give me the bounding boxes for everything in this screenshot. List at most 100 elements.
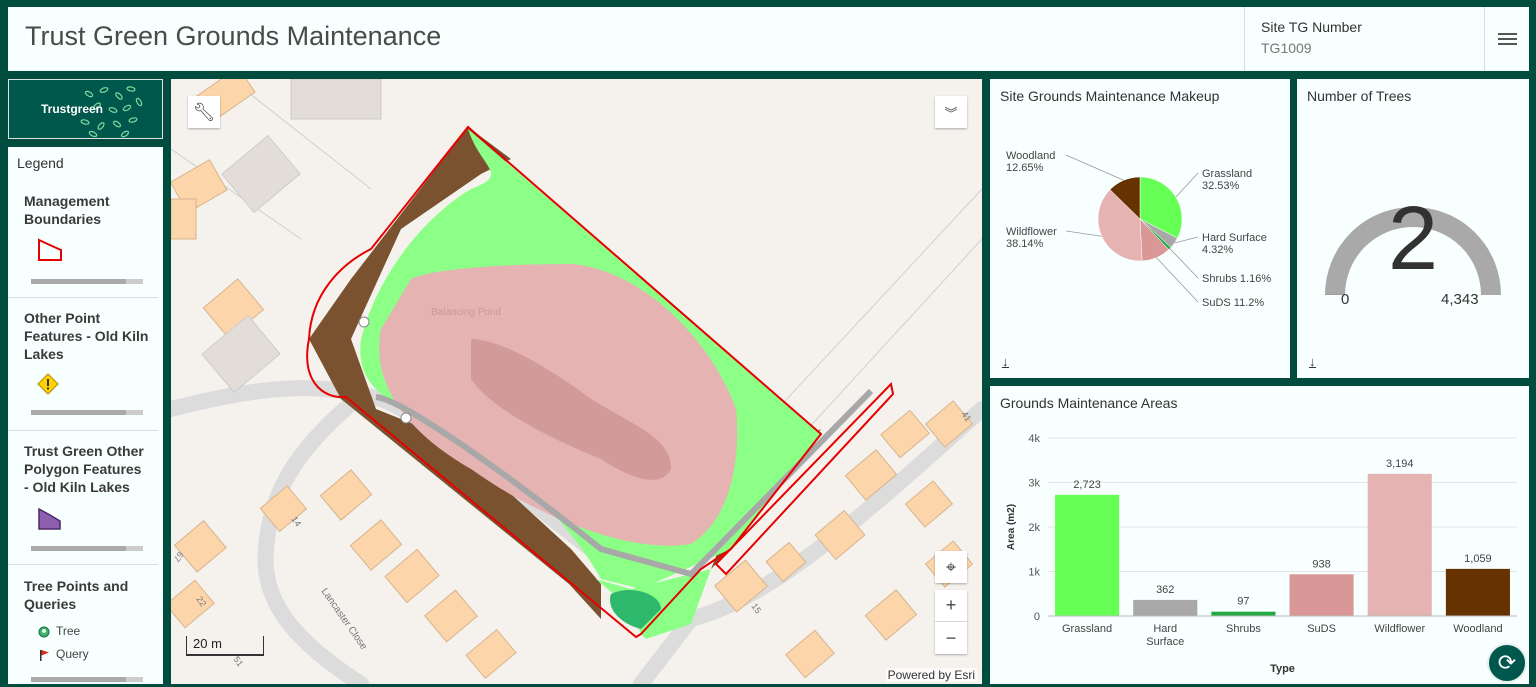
- crosshair-icon: ⌖: [945, 556, 957, 577]
- bar-value-label: 3,194: [1386, 458, 1414, 470]
- pie-leader-line: [1156, 257, 1199, 303]
- chevron-double-down-icon: ︾: [944, 105, 958, 121]
- locate-button[interactable]: ⌖: [935, 551, 967, 583]
- site-number-value: TG1009: [1261, 40, 1312, 56]
- pie-leader-line: [1174, 236, 1199, 244]
- legend-opacity-slider[interactable]: [31, 279, 143, 284]
- page-title: Trust Green Grounds Maintenance: [25, 21, 442, 51]
- bar-grassland[interactable]: [1055, 494, 1120, 616]
- x-tick-label: Wildflower: [1374, 623, 1425, 635]
- gauge-min-label: 0: [1341, 291, 1350, 308]
- download-icon[interactable]: ↓: [1309, 355, 1316, 368]
- pie-leader-line: [1065, 230, 1102, 237]
- pie-slice-label: Wildflower: [1006, 226, 1057, 238]
- bar-value-label: 938: [1312, 558, 1330, 570]
- map-view[interactable]: Balancing Pond Lancaster Close 14 15 67 …: [171, 79, 982, 684]
- bar-wildflower[interactable]: [1367, 473, 1432, 616]
- house-number-label: 51: [231, 654, 245, 668]
- refresh-button[interactable]: ⟳: [1487, 643, 1527, 683]
- bar-woodland[interactable]: [1445, 568, 1510, 616]
- purple-polygon-icon: [38, 507, 61, 530]
- download-icon[interactable]: ↓: [1002, 355, 1009, 368]
- warning-diamond-icon: [37, 373, 59, 395]
- bar-value-label: 1,059: [1464, 553, 1492, 565]
- legend-heading: Legend: [17, 155, 64, 171]
- bar-chart-title: Grounds Maintenance Areas: [1000, 395, 1178, 411]
- pond-label: Balancing Pond: [431, 307, 501, 318]
- bar-value-label: 97: [1237, 596, 1249, 608]
- pie-slice-label: SuDS 11.2%: [1202, 297, 1264, 309]
- pie-chart-title: Site Grounds Maintenance Makeup: [1000, 88, 1220, 104]
- y-tick-label: 3k: [1028, 478, 1040, 490]
- legend-panel: Legend Management Boundaries Other Point…: [8, 147, 163, 684]
- site-number-label: Site TG Number: [1261, 19, 1362, 35]
- pie-slice-label: Woodland: [1006, 150, 1055, 162]
- boundary-polygon-icon: [38, 238, 62, 261]
- bar-suds[interactable]: [1289, 574, 1354, 616]
- menu-button[interactable]: [1484, 7, 1529, 71]
- zoom-out-button[interactable]: −: [935, 622, 967, 654]
- x-tick-label: Grassland: [1062, 623, 1112, 635]
- legend-section-other-point-features: Other Point Features - Old Kiln Lakes: [8, 298, 158, 431]
- app-header: Trust Green Grounds Maintenance Site TG …: [8, 7, 1529, 71]
- legend-opacity-slider[interactable]: [31, 546, 143, 551]
- pie-slice-label: Grassland: [1202, 168, 1252, 180]
- legend-tree-label: Tree: [56, 624, 81, 638]
- bar-value-label: 362: [1156, 584, 1174, 596]
- site-number-indicator: Site TG Number TG1009: [1244, 7, 1484, 71]
- scale-bar: 20 m: [186, 636, 264, 656]
- x-tick-label: Hard: [1153, 623, 1177, 635]
- pie-slice-percent: 32.53%: [1202, 180, 1240, 192]
- bar-value-label: 2,723: [1073, 479, 1101, 491]
- pie-slice-percent: 4.32%: [1202, 244, 1233, 256]
- bar-hard-surface[interactable]: [1133, 599, 1198, 616]
- pie-chart-panel: Site Grounds Maintenance Makeup Grasslan…: [990, 79, 1290, 378]
- legend-section-title: Trust Green Other Polygon Features - Old…: [24, 443, 144, 495]
- map-attribution: Powered by Esri: [885, 668, 977, 682]
- x-tick-label: Surface: [1146, 636, 1184, 648]
- tree-icon: [38, 626, 50, 638]
- x-axis-title: Type: [1270, 663, 1295, 675]
- legend-opacity-slider[interactable]: [31, 410, 143, 415]
- y-axis-title: Area (m2): [1006, 504, 1017, 550]
- refresh-icon: ⟳: [1497, 650, 1517, 675]
- map-canvas[interactable]: Balancing Pond Lancaster Close 14 15 67 …: [171, 79, 982, 684]
- tree-count-title: Number of Trees: [1307, 88, 1412, 104]
- pie-slice-percent: 12.65%: [1006, 162, 1044, 174]
- hamburger-icon: [1497, 30, 1517, 48]
- y-tick-label: 4k: [1028, 433, 1040, 445]
- gauge-max-label: 4,343: [1441, 291, 1479, 308]
- legend-section-tree-points: Tree Points and Queries Tree Query: [8, 565, 158, 684]
- legend-query-label: Query: [56, 647, 89, 661]
- legend-section-management-boundaries: Management Boundaries: [8, 180, 158, 298]
- legend-section-title: Management Boundaries: [24, 193, 110, 227]
- y-tick-label: 2k: [1028, 522, 1040, 534]
- pie-slice-label: Shrubs 1.16%: [1202, 273, 1271, 285]
- legend-section-title: Other Point Features - Old Kiln Lakes: [24, 310, 149, 362]
- legend-section-title: Tree Points and Queries: [24, 578, 129, 612]
- pie-leader-line: [1169, 248, 1199, 279]
- tools-button[interactable]: 🔧︎: [188, 96, 220, 128]
- tree-count-panel: Number of Trees 2 0 4,343 ↓: [1297, 79, 1529, 378]
- pie-leader-line: [1065, 154, 1124, 181]
- zoom-in-button[interactable]: +: [935, 590, 967, 622]
- wrench-icon: 🔧︎: [192, 101, 216, 122]
- flag-icon: [40, 650, 49, 661]
- pie-slice-percent: 38.14%: [1006, 238, 1044, 250]
- house-number-label: 15: [749, 601, 763, 615]
- x-tick-label: Shrubs: [1226, 623, 1261, 635]
- bar-shrubs[interactable]: [1211, 611, 1276, 616]
- y-tick-label: 1k: [1028, 567, 1040, 579]
- bar-chart[interactable]: 01k2k3k4kArea (m2)2,723Grassland362HardS…: [990, 416, 1529, 684]
- bar-chart-panel: Grounds Maintenance Areas 0 1k 2k 3k 4k Area …: [990, 386, 1529, 684]
- legend-opacity-slider[interactable]: [31, 677, 143, 682]
- tree-count-value: 2: [1387, 189, 1439, 289]
- trustgreen-logo: Trustgreen: [8, 79, 163, 139]
- pie-chart[interactable]: Grassland32.53% Hard Surface4.32% Shrubs 1…: [990, 109, 1290, 369]
- street-label: Lancaster Close: [319, 586, 370, 652]
- pie-slice-label: Hard Surface: [1202, 232, 1267, 244]
- pie-leader-line: [1175, 172, 1199, 198]
- collapse-button[interactable]: ︾: [935, 96, 967, 128]
- legend-section-other-polygon-features: Trust Green Other Polygon Features - Old…: [8, 431, 158, 565]
- x-tick-label: Woodland: [1453, 623, 1502, 635]
